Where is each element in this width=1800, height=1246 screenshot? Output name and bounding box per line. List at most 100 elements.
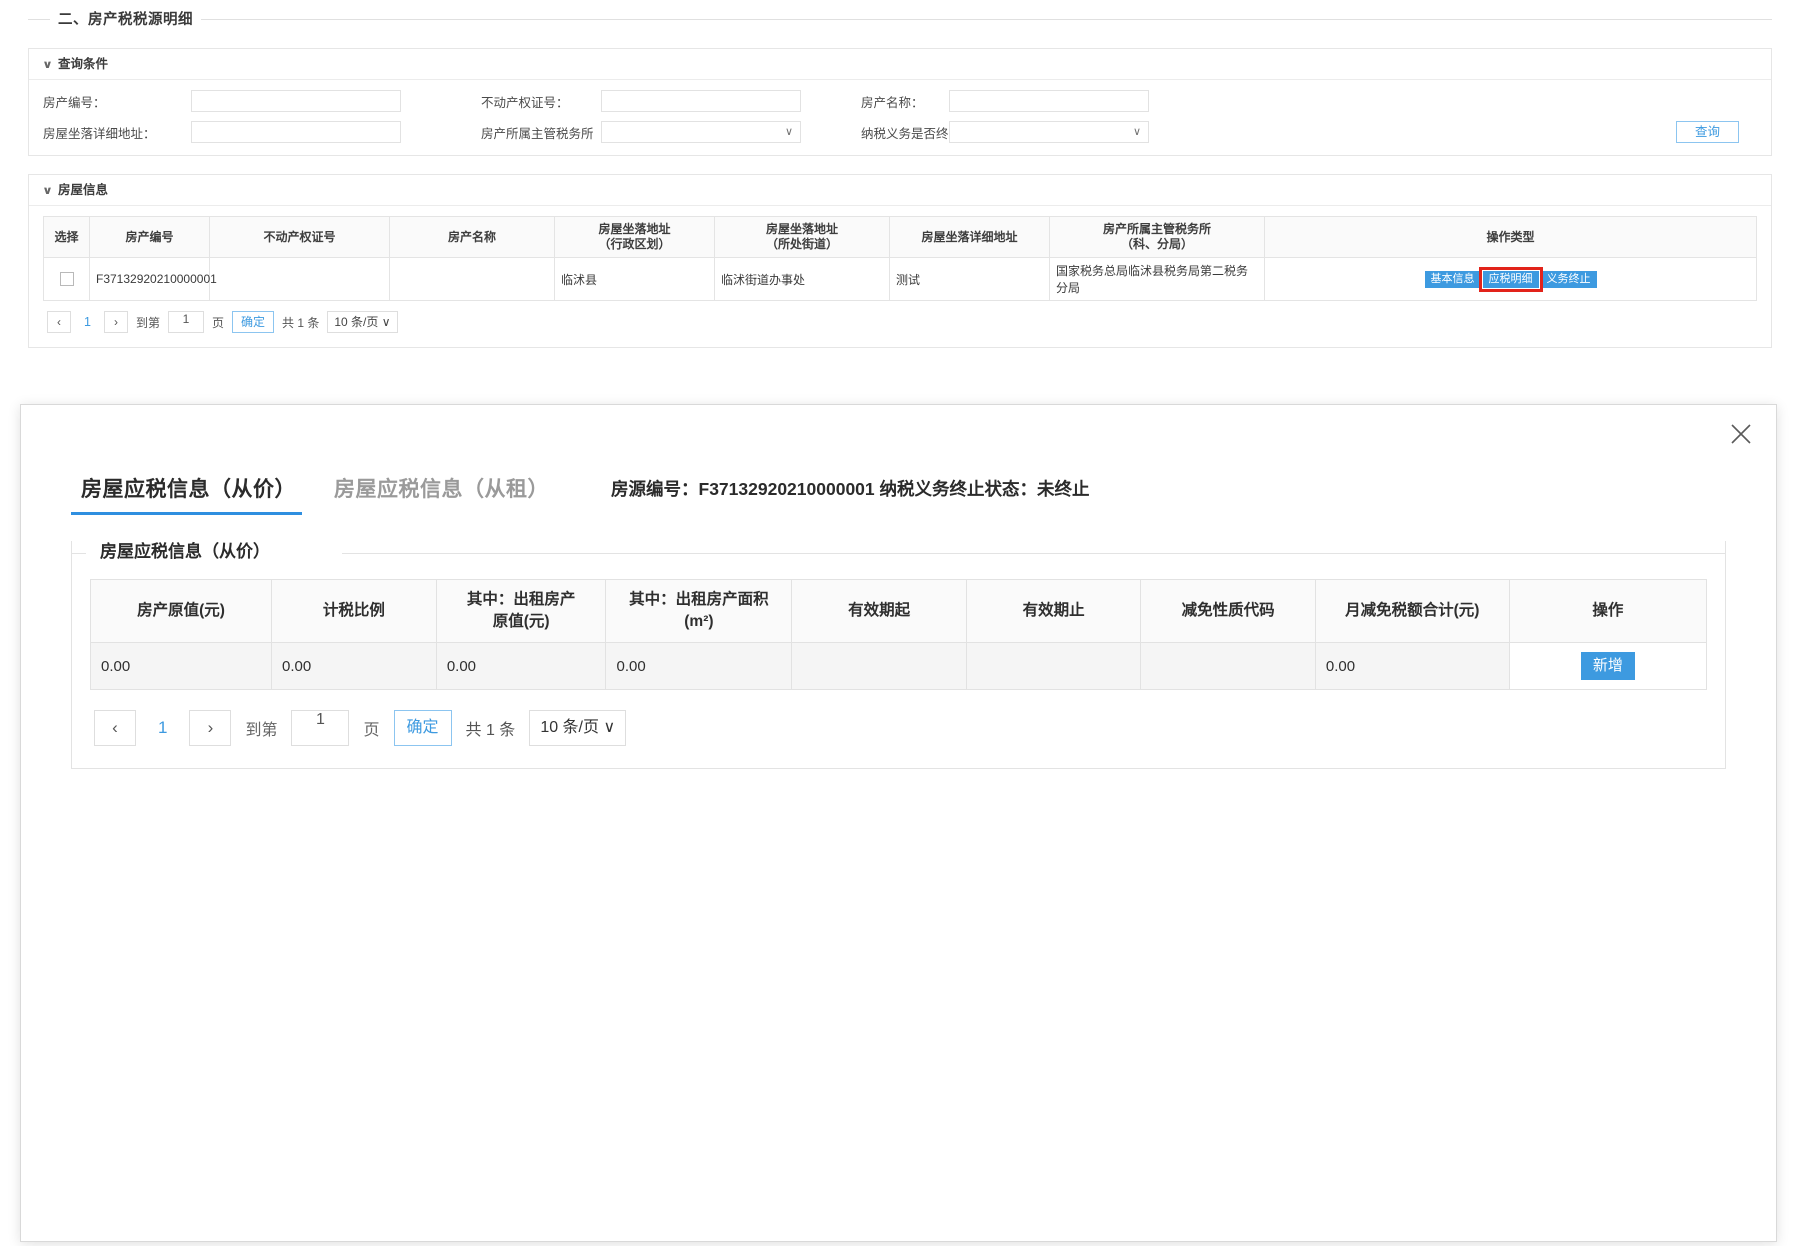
query-button[interactable]: 查询 <box>1675 121 1739 143</box>
chevron-down-icon: ∨ <box>42 185 53 197</box>
modal-table-header-row: 房产原值(元) 计税比例 其中：出租房产 原值(元) 其中：出租房产面积 (m²… <box>90 579 1708 643</box>
total-count-label: 共 1 条 <box>282 315 320 330</box>
taxable-by-value-fieldset: 房屋应税信息（从价） 房产原值(元) 计税比例 其中：出租房产 原值(元) 其中… <box>71 537 1726 769</box>
goto-confirm-button[interactable]: 确定 <box>393 710 452 746</box>
cell-valid-from <box>791 642 967 690</box>
col-tax-office-line2: （科、分局） <box>1120 237 1193 251</box>
col-valid-from: 有效期起 <box>791 579 967 643</box>
goto-confirm-button[interactable]: 确定 <box>231 311 274 333</box>
taxable-detail-button[interactable]: 应税明细 <box>1478 266 1543 292</box>
cell-address-detail: 测试 <box>889 257 1050 301</box>
cell-tax-ratio: 0.00 <box>270 642 437 690</box>
chevron-down-icon: ∨ <box>42 59 53 71</box>
col-address-district-line2: （行政区划） <box>598 237 671 251</box>
label-address-detail: 房屋坐落详细地址： <box>43 126 156 141</box>
page-number-1[interactable]: 1 <box>150 718 175 738</box>
query-panel-body: 房产编号： 不动产权证号： 房产名称： 房屋坐落详细地址： 房产所属主管税务所（… <box>29 80 1771 155</box>
query-panel-title: 查询条件 <box>57 57 108 71</box>
add-button[interactable]: 新增 <box>1580 652 1635 680</box>
col-monthly-reduction: 月减免税额合计(元) <box>1314 579 1510 643</box>
select-obligation-terminated[interactable]: ∨ <box>949 121 1149 143</box>
obligation-terminate-button[interactable]: 义务终止 <box>1540 270 1597 288</box>
tab-taxable-by-rent[interactable]: 房屋应税信息（从租） <box>324 473 577 515</box>
dialog-meta-info: 房源编号：F37132920210000001 纳税义务终止状态：未终止 <box>611 479 1090 499</box>
query-panel-header[interactable]: ∨ 查询条件 <box>29 49 1771 80</box>
fieldset-legend-row: 房屋应税信息（从价） <box>72 537 1725 565</box>
table-header-row: 选择 房产编号 不动产权证号 房产名称 房屋坐落地址 （行政区划） 房屋坐落地址… <box>43 216 1757 258</box>
col-tax-office-line1: 房产所属主管税务所 <box>1102 222 1211 236</box>
page-number-1[interactable]: 1 <box>79 315 96 329</box>
total-count-label: 共 1 条 <box>465 722 516 739</box>
house-info-table: 选择 房产编号 不动产权证号 房产名称 房屋坐落地址 （行政区划） 房屋坐落地址… <box>43 216 1757 301</box>
goto-page-input[interactable]: 1 <box>291 710 350 746</box>
house-panel-header[interactable]: ∨ 房屋信息 <box>29 175 1771 206</box>
select-tax-office[interactable]: ∨ <box>601 121 801 143</box>
label-property-no: 房产编号： <box>43 95 106 110</box>
house-info-panel: ∨ 房屋信息 选择 房产编号 不动产权证号 房产名称 房屋坐落地址 （行政区划）… <box>28 174 1772 348</box>
cell-original-value: 0.00 <box>90 642 272 690</box>
section-legend: 二、房产税税源明细 <box>28 8 1772 30</box>
cell-tax-office: 国家税务总局临沭县税务局第二税务分局 <box>1049 257 1265 301</box>
col-tax-ratio: 计税比例 <box>270 579 437 643</box>
goto-prefix-label: 到第 <box>245 722 278 739</box>
label-property-name: 房产名称： <box>861 95 924 110</box>
close-icon[interactable] <box>1728 421 1754 447</box>
col-rent-area-line1: 其中：出租房产面积 <box>629 591 769 608</box>
col-operation: 操作 <box>1508 579 1708 643</box>
page-size-select[interactable]: 10 条/页 ∨ <box>327 311 398 333</box>
query-conditions-panel: ∨ 查询条件 房产编号： 不动产权证号： 房产名称： 房屋坐落详细地址： 房产所属… <box>28 48 1772 156</box>
taxable-detail-table: 房产原值(元) 计税比例 其中：出租房产 原值(元) 其中：出租房产面积 (m²… <box>90 579 1708 690</box>
cell-address-street: 临沭街道办事处 <box>714 257 890 301</box>
input-cert-no[interactable] <box>601 90 801 112</box>
fieldset-title: 房屋应税信息（从价） <box>90 537 280 562</box>
goto-page-input[interactable]: 1 <box>167 311 204 333</box>
cell-property-no: F37132920210000001 <box>89 257 217 301</box>
col-address-street: 房屋坐落地址 （所处街道） <box>714 216 890 258</box>
modal-table-pagination: ‹ 1 › 到第 1 页 确定 共 1 条 10 条/页 ∨ <box>90 690 1707 752</box>
col-address-district-line1: 房屋坐落地址 <box>598 222 671 236</box>
col-cert-no: 不动产权证号 <box>209 216 390 258</box>
row-checkbox[interactable] <box>59 272 74 287</box>
page-title: 二、房产税税源明细 <box>50 8 201 29</box>
cell-operations: 基本信息 应税明细 义务终止 <box>1264 257 1757 301</box>
page-size-select[interactable]: 10 条/页 ∨ <box>529 710 627 746</box>
property-tax-source-section: 二、房产税税源明细 ∨ 查询条件 房产编号： 不动产权证号： 房产名称： 房屋坐落… <box>28 8 1772 348</box>
row-select-cell[interactable] <box>43 257 90 301</box>
prev-page-button[interactable]: ‹ <box>47 311 71 333</box>
col-rent-original-value-line1: 其中：出租房产 <box>466 591 576 608</box>
label-obligation-terminated: 纳税义务是否终止： <box>861 126 974 141</box>
house-table-pagination: ‹ 1 › 到第 1 页 确定 共 1 条 10 条/页 ∨ <box>43 301 1757 335</box>
fieldset-line-right <box>342 553 1725 554</box>
tab-taxable-by-value[interactable]: 房屋应税信息（从价） <box>71 473 324 515</box>
input-address-detail[interactable] <box>191 121 401 143</box>
basic-info-button[interactable]: 基本信息 <box>1424 270 1481 288</box>
col-address-street-line1: 房屋坐落地址 <box>765 222 838 236</box>
dialog-tabbar: 房屋应税信息（从价） 房屋应税信息（从租） 房源编号：F371329202100… <box>71 463 1726 515</box>
input-property-no[interactable] <box>191 90 401 112</box>
next-page-button[interactable]: › <box>103 311 128 333</box>
cell-rent-area: 0.00 <box>605 642 793 690</box>
cell-monthly-reduction: 0.00 <box>1314 642 1510 690</box>
col-address-street-line2: （所处街道） <box>765 237 838 251</box>
prev-page-button[interactable]: ‹ <box>94 710 136 746</box>
page-size-value: 10 条/页 <box>334 315 379 329</box>
col-property-no: 房产编号 <box>89 216 210 258</box>
goto-suffix-label: 页 <box>363 722 380 739</box>
taxable-detail-dialog: 房屋应税信息（从价） 房屋应税信息（从租） 房源编号：F371329202100… <box>20 404 1777 1242</box>
cell-reduction-code <box>1140 642 1316 690</box>
col-rent-original-value: 其中：出租房产 原值(元) <box>435 579 607 643</box>
page-size-value: 10 条/页 <box>540 719 600 736</box>
col-reduction-code: 减免性质代码 <box>1140 579 1316 643</box>
goto-suffix-label: 页 <box>211 315 224 330</box>
table-row: 0.00 0.00 0.00 0.00 0.00 新增 <box>90 642 1708 690</box>
label-cert-no: 不动产权证号： <box>481 95 569 110</box>
next-page-button[interactable]: › <box>189 710 232 746</box>
col-valid-to: 有效期止 <box>965 579 1142 643</box>
house-panel-title: 房屋信息 <box>57 183 108 197</box>
chevron-down-icon: ∨ <box>1132 126 1141 138</box>
house-panel-body: 选择 房产编号 不动产权证号 房产名称 房屋坐落地址 （行政区划） 房屋坐落地址… <box>29 206 1771 347</box>
label-tax-office: 房产所属主管税务所（科、分局）： <box>481 126 675 141</box>
legend-stub <box>28 19 44 20</box>
col-operation-type: 操作类型 <box>1264 216 1757 258</box>
input-property-name[interactable] <box>949 90 1149 112</box>
